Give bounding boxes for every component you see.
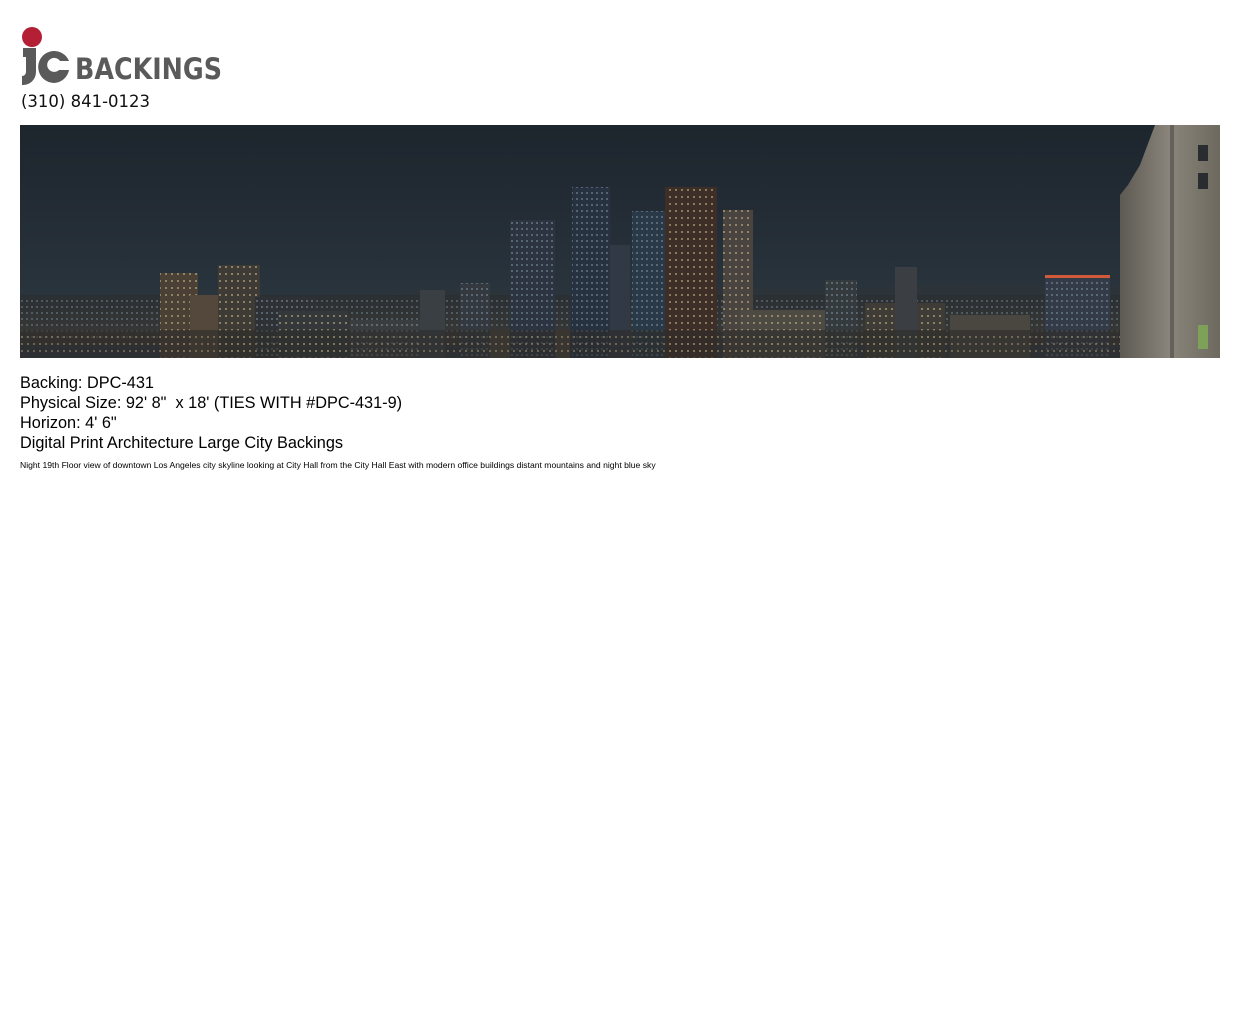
backing-id: Backing: DPC-431 bbox=[20, 374, 154, 392]
backing-details: Backing: DPC-431 Physical Size: 92' 8" x… bbox=[20, 373, 656, 471]
category: Digital Print Architecture Large City Ba… bbox=[20, 434, 344, 452]
logo-wordmark: BACKINGS bbox=[75, 52, 222, 86]
physical-size: Physical Size: 92' 8" x 18' (TIES WITH #… bbox=[20, 394, 403, 412]
horizon: Horizon: 4' 6" bbox=[20, 414, 117, 432]
phone-number: (310) 841-0123 bbox=[21, 92, 151, 111]
skyline-image[interactable] bbox=[20, 125, 1220, 358]
page: BACKINGS (310) 841-0123 Backing: DPC-431… bbox=[0, 0, 1240, 1033]
jc-backings-logo[interactable]: BACKINGS bbox=[20, 26, 230, 86]
description: Night 19th Floor view of downtown Los An… bbox=[20, 460, 656, 470]
